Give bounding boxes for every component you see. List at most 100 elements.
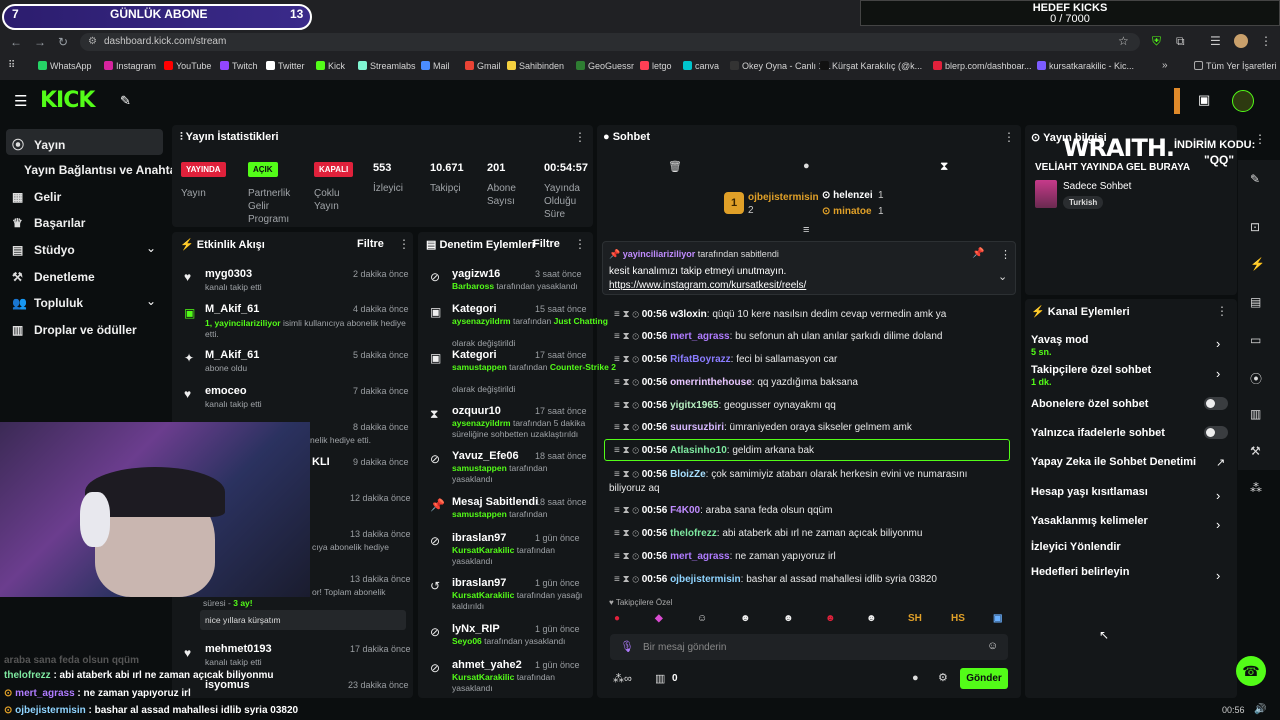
chevron-down-icon[interactable]: ⌄ bbox=[998, 270, 1007, 283]
address-bar[interactable] bbox=[80, 33, 1140, 51]
chat-username[interactable]: thelofrezz bbox=[670, 528, 717, 539]
user-avatar[interactable] bbox=[1232, 90, 1254, 112]
emote-icon[interactable]: ☻ bbox=[740, 613, 751, 624]
bookmark-14[interactable]: Kürşat Karakılıç (@k... bbox=[820, 61, 922, 71]
forward-icon[interactable]: → bbox=[34, 35, 46, 49]
wrench-icon[interactable]: ⚒ bbox=[1250, 444, 1261, 458]
users-icon[interactable]: ⁂∞ bbox=[613, 672, 632, 685]
chat-mod-icons[interactable]: ≡ ⧗ ⊙ bbox=[614, 400, 642, 411]
emote-icon[interactable]: ◆ bbox=[655, 613, 663, 624]
emote-icon[interactable]: SH bbox=[908, 613, 922, 624]
activity-menu-icon[interactable]: ⋮ bbox=[398, 237, 410, 251]
chat-bubble-icon[interactable]: ● bbox=[803, 160, 810, 172]
chat-username[interactable]: yigitx1965 bbox=[670, 400, 718, 411]
chat-mod-icons[interactable]: ≡ ⧗ ⊙ bbox=[614, 469, 642, 480]
chat-mod-icons[interactable]: ≡ ⧗ ⊙ bbox=[614, 574, 642, 585]
layers-icon[interactable]: ▥ bbox=[1250, 407, 1261, 421]
shield-icon[interactable]: ⛨ bbox=[1152, 34, 1161, 49]
category-name[interactable]: Sadece Sohbet bbox=[1063, 181, 1131, 192]
stats-menu-icon[interactable]: ⋮ bbox=[574, 130, 586, 144]
chevron-right-icon[interactable]: › bbox=[1216, 517, 1220, 532]
chat-username[interactable]: mert_agrass bbox=[670, 331, 729, 342]
bookmark-7[interactable]: Mail bbox=[421, 61, 450, 71]
sidebar-item-basarilar[interactable]: ♛ Başarılar bbox=[12, 216, 85, 230]
url-text[interactable]: dashboard.kick.com/stream bbox=[104, 36, 226, 47]
bookmark-5[interactable]: Kick bbox=[316, 61, 345, 71]
channel-action-label[interactable]: İzleyici Yönlendir bbox=[1031, 541, 1121, 553]
emote-icon[interactable]: ☻ bbox=[825, 613, 836, 624]
channel-action-label[interactable]: Takipçilere özel sohbet bbox=[1031, 364, 1151, 376]
pin-icon[interactable]: ✎ bbox=[120, 93, 131, 109]
tab-list-icon[interactable]: ☰ bbox=[1210, 34, 1221, 48]
emote-icon[interactable]: HS bbox=[951, 613, 965, 624]
mic-icon[interactable]: 🎙 bbox=[620, 640, 634, 653]
broadcast-icon[interactable]: ⦿ bbox=[1250, 370, 1262, 387]
chat-username[interactable]: Atlasinho10 bbox=[670, 445, 727, 456]
camera-icon[interactable]: ▣ bbox=[1198, 92, 1210, 108]
bookmark-0[interactable]: WhatsApp bbox=[38, 61, 92, 71]
bookmark-13[interactable]: Okey Oyna - Canlı 1... bbox=[730, 61, 831, 71]
sidebar-item-droplar[interactable]: ▥ Droplar ve ödüller bbox=[12, 323, 137, 337]
emote-icon[interactable]: ☻ bbox=[783, 613, 794, 624]
external-link-icon[interactable]: ↗ bbox=[1216, 456, 1225, 469]
sidebar-item-topluluk[interactable]: 👥 Topluluk bbox=[12, 296, 83, 310]
fullscreen-icon[interactable]: ⊡ bbox=[1250, 220, 1260, 234]
channel-action-label[interactable]: Hedefleri belirleyin bbox=[1031, 566, 1129, 578]
emote-icon[interactable]: ☺ bbox=[697, 613, 707, 624]
all-bookmarks[interactable]: Tüm Yer İşaretleri bbox=[1194, 61, 1277, 71]
chevron-down-icon[interactable]: ⌄ bbox=[146, 241, 156, 255]
chat-username[interactable]: suursuzbiri bbox=[670, 422, 724, 433]
emote-icon[interactable]: ▣ bbox=[993, 613, 1002, 624]
activity-filter[interactable]: Filtre bbox=[357, 238, 384, 250]
language-tag[interactable]: Turkish bbox=[1063, 196, 1104, 209]
channel-action-label[interactable]: Yapay Zeka ile Sohbet Denetimi bbox=[1031, 456, 1196, 468]
edit-icon[interactable]: ✎ bbox=[1250, 172, 1260, 186]
extensions-icon[interactable]: ⧉ bbox=[1176, 34, 1185, 49]
sidebar-item-gelir[interactable]: ▦ Gelir bbox=[12, 190, 61, 204]
sidebar-item-yayin[interactable]: ⦿ Yayın bbox=[12, 136, 65, 153]
pin-icon[interactable]: 📌 bbox=[972, 248, 984, 259]
bookmark-11[interactable]: letgo bbox=[640, 61, 672, 71]
star-icon[interactable]: ☆ bbox=[1118, 34, 1129, 48]
chat-mod-icons[interactable]: ≡ ⧗ ⊙ bbox=[614, 445, 642, 456]
send-button[interactable]: Gönder bbox=[960, 668, 1008, 689]
emote-icon[interactable]: ☻ bbox=[866, 613, 877, 624]
emoji-icon[interactable]: ☺ bbox=[987, 640, 998, 652]
chat-mod-icons[interactable]: ≡ ⧗ ⊙ bbox=[614, 505, 642, 516]
hourglass-icon[interactable]: ⧗ bbox=[940, 159, 948, 174]
profile-avatar[interactable] bbox=[1234, 34, 1248, 48]
chat-username[interactable]: BloizZe bbox=[670, 469, 706, 480]
pinned-menu-icon[interactable]: ⋮ bbox=[1000, 248, 1011, 261]
chat-username[interactable]: mert_agrass bbox=[670, 551, 729, 562]
chat-username[interactable]: omerrinthehouse bbox=[670, 377, 752, 388]
chat-mod-icons[interactable]: ≡ ⧗ ⊙ bbox=[614, 528, 642, 539]
mod-filter[interactable]: Filtre bbox=[533, 238, 560, 250]
bookmark-4[interactable]: Twitter bbox=[266, 61, 305, 71]
sidebar-item-studyo[interactable]: ▤ Stüdyo bbox=[12, 243, 75, 257]
chat-mod-icons[interactable]: ≡ ⧗ ⊙ bbox=[614, 309, 642, 320]
channel-action-label[interactable]: Yasaklanmış kelimeler bbox=[1031, 515, 1148, 527]
box-icon[interactable]: ▥ bbox=[655, 672, 665, 685]
sidebar-item-denetleme[interactable]: ⚒ Denetleme bbox=[12, 270, 95, 284]
chevron-right-icon[interactable]: › bbox=[1216, 568, 1220, 583]
chat-username[interactable]: F4K00 bbox=[670, 505, 700, 516]
bookmark-16[interactable]: kursatkarakilic - Kic... bbox=[1037, 61, 1134, 71]
bookmark-2[interactable]: YouTube bbox=[164, 61, 211, 71]
chat-username[interactable]: RifatBoyrazz bbox=[670, 354, 731, 365]
chat-menu-icon[interactable]: ⋮ bbox=[1003, 130, 1015, 144]
hamburger-icon[interactable]: ☰ bbox=[14, 92, 27, 110]
chat-mod-icons[interactable]: ≡ ⧗ ⊙ bbox=[614, 377, 642, 388]
bookmark-12[interactable]: canva bbox=[683, 61, 719, 71]
chat-bubble-icon[interactable]: ▭ bbox=[1250, 333, 1261, 347]
reload-icon[interactable]: ↻ bbox=[58, 35, 68, 49]
back-icon[interactable]: ← bbox=[10, 35, 22, 49]
bookmark-1[interactable]: Instagram bbox=[104, 61, 156, 71]
sidebar-item-stream-key[interactable]: Yayın Bağlantısı ve Anahtarı bbox=[24, 163, 184, 177]
apps-icon[interactable]: ⠿ bbox=[8, 60, 15, 71]
menu-icon[interactable]: ⋮ bbox=[1260, 34, 1272, 48]
collapse-icon[interactable]: ≡ bbox=[803, 224, 809, 236]
chat-settings-bubble-icon[interactable]: ● bbox=[912, 672, 919, 684]
channel-action-label[interactable]: Abonelere özel sohbet bbox=[1031, 398, 1148, 410]
chevron-right-icon[interactable]: › bbox=[1216, 488, 1220, 503]
mod-menu-icon[interactable]: ⋮ bbox=[574, 237, 586, 251]
